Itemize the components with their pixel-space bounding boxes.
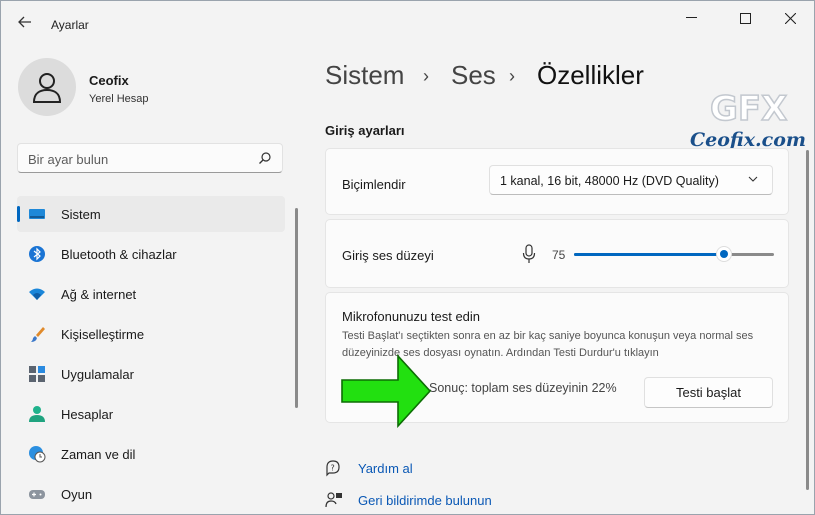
- mic-test-title: Mikrofonunuzu test edin: [342, 309, 481, 324]
- page-title: Özellikler: [537, 60, 644, 90]
- monitor-icon: [29, 209, 45, 219]
- sidebar-item-label: Oyun: [61, 487, 93, 502]
- sidebar-item-label: Bluetooth & cihazlar: [61, 247, 177, 262]
- sidebar-item-gaming[interactable]: Oyun: [17, 476, 285, 512]
- minimize-icon[interactable]: [668, 8, 714, 28]
- help-link[interactable]: Yardım al: [358, 461, 413, 476]
- sidebar-item-label: Zaman ve dil: [61, 447, 136, 462]
- chevron-right-icon: ›: [423, 66, 429, 86]
- feedback-icon: [325, 492, 342, 508]
- annotation-arrow-icon: [341, 354, 432, 428]
- maximize-icon[interactable]: [722, 8, 768, 28]
- gamepad-icon: [29, 490, 45, 499]
- volume-slider-fill: [574, 253, 724, 256]
- sidebar-item-apps[interactable]: Uygulamalar: [17, 356, 285, 392]
- input-volume-card: Giriş ses düzeyi 75: [325, 219, 789, 288]
- sidebar-item-label: Sistem: [61, 207, 101, 222]
- sidebar-item-sistem[interactable]: Sistem: [17, 196, 285, 232]
- globe-clock-icon: [29, 446, 46, 463]
- sidebar-item-label: Kişiselleştirme: [61, 327, 145, 342]
- format-dropdown[interactable]: 1 kanal, 16 bit, 48000 Hz (DVD Quality): [489, 165, 773, 195]
- user-name: Ceofix: [89, 73, 129, 88]
- gfx-logo-icon: GFX: [709, 88, 788, 130]
- chevron-right-icon: ›: [509, 66, 515, 86]
- sidebar-item-personalization[interactable]: Kişiselleştirme: [17, 316, 285, 352]
- chevron-down-icon: [748, 176, 758, 182]
- format-label: Biçimlendir: [342, 177, 406, 192]
- active-indicator: [17, 206, 20, 222]
- app-title: Ayarlar: [51, 18, 89, 32]
- bluetooth-icon: [29, 246, 45, 262]
- mic-test-result: Sonuç: toplam ses düzeyinin 22%: [429, 381, 617, 395]
- person-icon: [29, 406, 45, 422]
- avatar[interactable]: [18, 58, 76, 116]
- volume-value: 75: [552, 248, 566, 262]
- sidebar-item-label: Hesaplar: [61, 407, 114, 422]
- format-card: Biçimlendir 1 kanal, 16 bit, 48000 Hz (D…: [325, 148, 789, 215]
- sidebar-item-network[interactable]: Ağ & internet: [17, 276, 285, 312]
- svg-text:GFX: GFX: [710, 89, 787, 128]
- volume-label: Giriş ses düzeyi: [342, 248, 434, 263]
- breadcrumb-item[interactable]: Sistem: [325, 60, 404, 91]
- sidebar-item-label: Uygulamalar: [61, 367, 134, 382]
- microphone-icon[interactable]: [522, 244, 536, 264]
- close-icon[interactable]: [767, 8, 813, 28]
- title-bar: Ayarlar: [0, 0, 815, 40]
- search-placeholder: Bir ayar bulun: [28, 152, 109, 167]
- sidebar-scrollbar[interactable]: [295, 208, 298, 408]
- brush-icon: [31, 327, 45, 342]
- search-input[interactable]: Bir ayar bulun: [17, 143, 283, 173]
- svg-text:?: ?: [331, 464, 335, 473]
- search-icon[interactable]: [258, 151, 272, 170]
- content-scrollbar[interactable]: [806, 150, 809, 490]
- format-value: 1 kanal, 16 bit, 48000 Hz (DVD Quality): [500, 174, 719, 188]
- sidebar-item-label: Ağ & internet: [61, 287, 137, 302]
- sidebar-item-accounts[interactable]: Hesaplar: [17, 396, 285, 432]
- back-arrow-icon[interactable]: [14, 13, 36, 35]
- sidebar-item-time-language[interactable]: Zaman ve dil: [17, 436, 285, 472]
- wifi-icon: [29, 288, 45, 300]
- account-type: Yerel Hesap: [89, 93, 149, 105]
- feedback-link[interactable]: Geri bildirimde bulunun: [358, 493, 492, 508]
- volume-slider-thumb[interactable]: [716, 246, 732, 262]
- apps-icon: [29, 366, 45, 382]
- start-test-button[interactable]: Testi başlat: [644, 377, 773, 408]
- breadcrumb-item[interactable]: Ses: [451, 60, 496, 91]
- person-icon: [32, 73, 62, 103]
- section-title: Giriş ayarları: [325, 123, 405, 138]
- volume-slider[interactable]: [574, 246, 774, 262]
- sidebar-item-bluetooth[interactable]: Bluetooth & cihazlar: [17, 236, 285, 272]
- help-icon: ?: [326, 460, 340, 477]
